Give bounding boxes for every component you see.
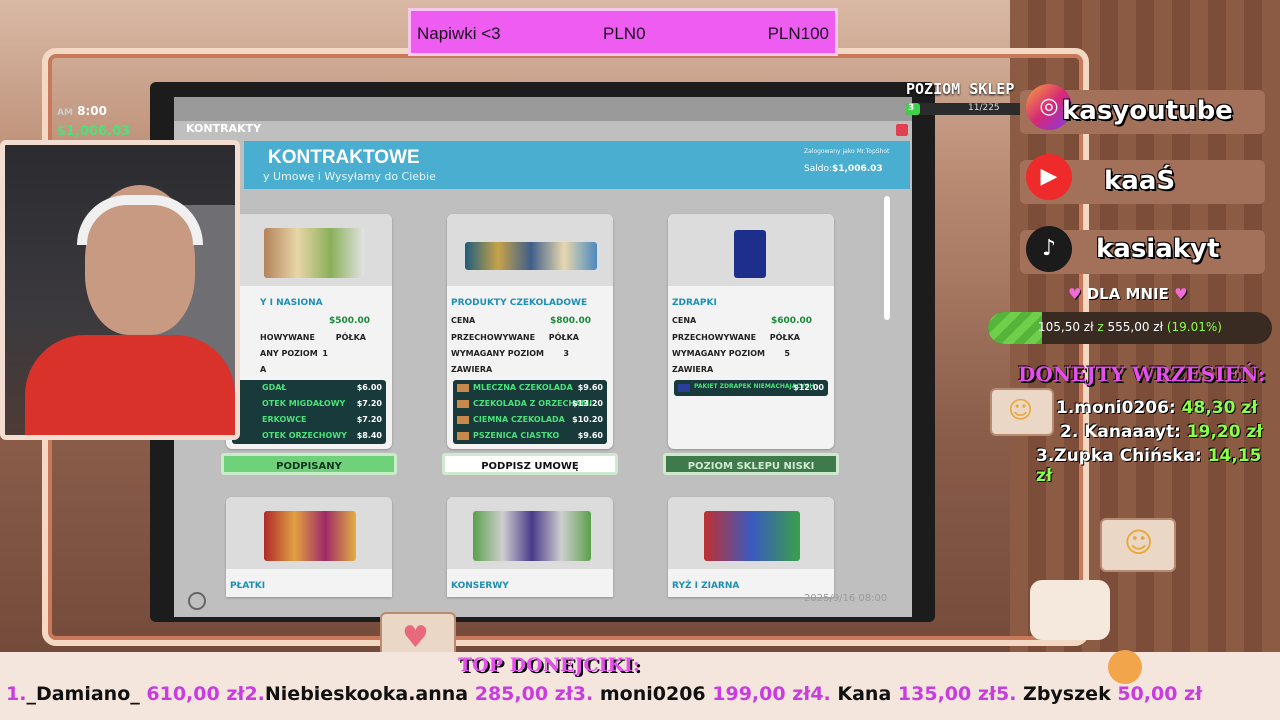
shop-level-xp: 11/225 <box>968 103 1000 113</box>
contract-name: PŁATKI <box>230 581 266 591</box>
smiley-icon: ☺ <box>1100 518 1176 572</box>
tip-goal-label: Napiwki <3 <box>417 24 501 43</box>
contents-list: MLECZNA CZEKOLADA $9.60 CZEKOLADA Z ORZEC… <box>453 380 607 444</box>
shop-level-value: 3 <box>908 103 915 113</box>
list-item: PSZENICA CIASTKO $9.60 <box>453 428 607 444</box>
top-donors-title: TOP DONEJCIKI: <box>458 654 640 676</box>
login-info: Zalogowany jako Mr.TopShot <box>804 148 890 155</box>
social-name: kasyoutube <box>1062 96 1233 126</box>
contents-list: PAKIET ZDRAPEK NIEMACHAJĄCYCH $12.00 <box>674 380 828 396</box>
tip-goal-max: PLN100 <box>767 24 829 43</box>
product-image <box>668 214 834 286</box>
list-item: MLECZNA CZEKOLADA $9.60 <box>453 380 607 396</box>
goal-bar-fill <box>988 312 1042 344</box>
flower-pot-icon <box>1030 580 1110 640</box>
youtube-icon: ▶ <box>1026 154 1072 200</box>
close-app-button[interactable] <box>896 124 908 136</box>
top-donors-list: 1._Damiano_ 610,00 zł2.Niebieskooka.anna… <box>6 683 1203 705</box>
social-name: kasiakyt <box>1096 234 1220 264</box>
donation-row: 1.moni0206: 48,30 zł <box>1056 398 1258 418</box>
page-title: KONTRAKTOWE <box>268 147 420 168</box>
contract-card-nuts: Y I NASIONA $500.00 HOWYWANE PÓŁKA ANY PO… <box>226 214 392 449</box>
app-tab-title: KONTRAKTY <box>186 122 262 135</box>
game-timestamp: 2025/9/16 08:00 <box>804 593 888 604</box>
contract-card-scratchcards: ZDRAPKI CENA $600.00 PRZECHOWYWANE PÓŁKA … <box>668 214 834 449</box>
product-image <box>447 214 613 286</box>
list-item: ERKOWCE $7.20 <box>262 415 382 424</box>
signed-button[interactable]: PODPISANY <box>221 453 397 475</box>
contents-list: GDAŁ $6.00 OTEK MIGDAŁOWY $7.20 ERKOWCE $7.… <box>232 380 386 444</box>
list-item: GDAŁ $6.00 <box>262 383 382 392</box>
contract-card-cereal: PŁATKI <box>226 497 392 597</box>
power-icon[interactable] <box>188 592 206 610</box>
donation-row: 2. Kanaaayt: 19,20 zł <box>1060 422 1263 442</box>
contract-name: PRODUKTY CZEKOLADOWE <box>451 298 588 308</box>
shop-level-bar <box>906 103 1024 115</box>
contract-card-rice: RYŻ I ZIARNA <box>668 497 834 597</box>
page-subtitle: y Umowę i Wysyłamy do Ciebie <box>263 170 436 183</box>
flower-icon <box>1108 650 1142 684</box>
tip-goal-bar: Napiwki <3 PLN0 PLN100 <box>408 8 838 56</box>
contract-card-canned: KONSERWY <box>447 497 613 597</box>
list-item: CIEMNA CZEKOLADA $10.20 <box>453 412 607 428</box>
scrollbar[interactable] <box>884 196 890 320</box>
contract-name: RYŻ I ZIARNA <box>672 581 740 591</box>
contract-price: $500.00 <box>329 316 370 326</box>
contract-name: Y I NASIONA <box>260 298 323 308</box>
list-item: CZEKOLADA Z ORZECHAMI $13.20 <box>453 396 607 412</box>
tip-goal-min: PLN0 <box>603 24 646 43</box>
contract-price: $800.00 <box>550 316 591 326</box>
app-titlebar <box>174 97 912 121</box>
webcam-feed <box>0 140 240 440</box>
contract-price: $600.00 <box>771 316 812 326</box>
list-item: OTEK ORZECHOWY $8.40 <box>262 431 382 440</box>
list-item: PAKIET ZDRAPEK NIEMACHAJĄCYCH $12.00 <box>674 380 828 396</box>
sign-contract-button[interactable]: PODPISZ UMOWĘ <box>442 453 618 475</box>
emoji-icon: ☺ <box>990 388 1054 436</box>
tiktok-icon: ♪ <box>1026 226 1072 272</box>
goal-title: ♥ DLA MNIE ♥ <box>1068 285 1188 303</box>
donation-row: 3.Zupka Chińska: 14,15 zł <box>1036 446 1262 486</box>
game-money: $1,006.03 <box>57 124 131 139</box>
balance: Saldo:$1,006.03 <box>804 164 883 174</box>
monthly-donations-title: DONEJTY WRZESIEŃ: <box>1018 362 1266 386</box>
headphones <box>77 195 203 245</box>
game-clock: AM 8:00 <box>57 104 107 118</box>
contract-name: KONSERWY <box>451 581 509 591</box>
goal-text: 105,50 zł z 555,00 zł (19.01%) <box>1038 320 1222 334</box>
shop-level-low-button[interactable]: POZIOM SKLEPU NISKI <box>663 453 839 475</box>
contract-name: ZDRAPKI <box>672 298 717 308</box>
contract-card-chocolate: PRODUKTY CZEKOLADOWE CENA $800.00 PRZECH… <box>447 214 613 449</box>
product-image <box>226 214 392 286</box>
social-name: kaaŚ <box>1104 166 1176 196</box>
list-item: OTEK MIGDAŁOWY $7.20 <box>262 399 382 408</box>
streamer-shirt <box>25 335 235 435</box>
shop-level-title: POZIOM SKLEP <box>906 80 1015 98</box>
